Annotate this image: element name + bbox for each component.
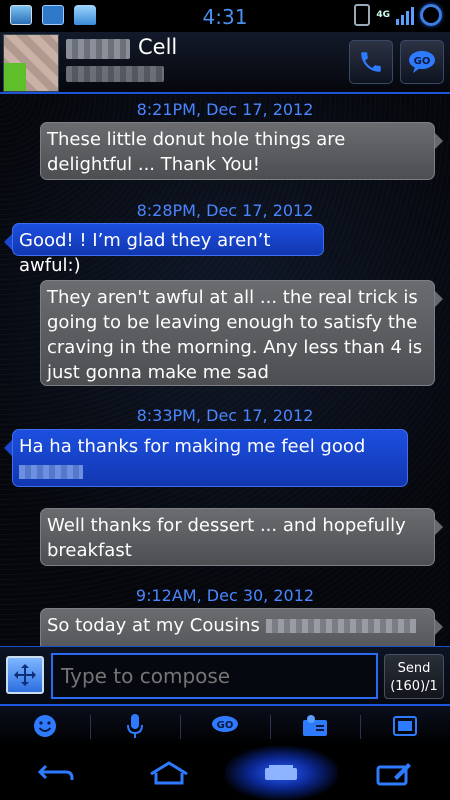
incoming-message[interactable]: These little donut hole things are delig… <box>40 122 443 180</box>
go-chat-button[interactable]: GO <box>400 40 444 84</box>
call-button[interactable] <box>349 40 393 84</box>
expand-arrows-icon <box>14 664 36 686</box>
contact-number-label: Cell <box>138 35 178 59</box>
attach-button[interactable] <box>6 656 44 694</box>
signal-icon <box>396 5 414 25</box>
message-list[interactable]: 8:21PM, Dec 17, 2012 These little donut … <box>0 94 450 646</box>
outgoing-message[interactable]: Good! ! I’m glad they aren’t awful:) <box>4 223 324 276</box>
home-icon <box>149 761 188 785</box>
network-type-label: 4G <box>376 10 390 20</box>
phone-icon <box>361 52 381 72</box>
compose-bar: Send (160)/1 <box>0 646 450 704</box>
new-message-button[interactable] <box>338 746 450 800</box>
send-button[interactable]: Send (160)/1 <box>384 654 444 699</box>
outgoing-message[interactable]: Ha ha thanks for making me feel good <box>4 429 408 487</box>
message-timestamp: 8:21PM, Dec 17, 2012 <box>136 100 314 119</box>
contact-card-icon <box>303 715 327 736</box>
compose-icon <box>376 763 411 786</box>
incoming-message[interactable]: Well thanks for dessert ... and hopefull… <box>40 508 443 566</box>
templates-button[interactable] <box>360 706 450 746</box>
message-text: Well thanks for dessert ... and hopefull… <box>47 515 406 561</box>
quick-toolbar: GO <box>0 704 450 746</box>
message-text: These little donut hole things are delig… <box>47 129 346 175</box>
vibrate-icon <box>354 4 371 26</box>
incoming-message[interactable]: They aren't awful at all ... the real tr… <box>40 280 443 386</box>
status-indicators: 4G <box>354 4 442 26</box>
recent-apps-button[interactable] <box>225 746 338 800</box>
recent-apps-icon <box>265 765 298 780</box>
send-label: Send <box>397 661 431 676</box>
message-timestamp: 9:12AM, Dec 30, 2012 <box>135 586 315 605</box>
chat-bubble-icon: GO <box>409 51 435 73</box>
insert-contact-button[interactable] <box>270 706 360 746</box>
message-text: Good! ! I’m glad they aren’t awful:) <box>19 230 271 276</box>
incoming-message[interactable]: So today at my Cousins <box>40 608 443 646</box>
compose-input[interactable] <box>51 653 378 699</box>
conversation-header: Cell GO <box>0 32 450 94</box>
navigation-bar <box>0 746 450 800</box>
message-timestamp: 8:33PM, Dec 17, 2012 <box>136 406 314 425</box>
back-button[interactable] <box>0 746 113 800</box>
message-timestamp: 8:28PM, Dec 17, 2012 <box>136 201 314 220</box>
message-text: So today at my Cousins <box>47 615 260 636</box>
microphone-icon <box>127 714 143 738</box>
redacted-text <box>19 465 83 479</box>
svg-text:GO: GO <box>414 56 431 67</box>
message-text: Ha ha thanks for making me feel good <box>19 436 366 457</box>
svg-text:GO: GO <box>217 720 234 731</box>
redacted-text <box>265 619 416 633</box>
back-icon <box>38 764 74 780</box>
template-icon <box>393 716 417 736</box>
go-sms-icon: GO <box>212 716 238 732</box>
contact-avatar[interactable] <box>3 34 59 92</box>
char-counter: (160)/1 <box>390 679 438 694</box>
smiley-icon <box>34 715 56 737</box>
voice-input-button[interactable] <box>90 706 180 746</box>
emoji-button[interactable] <box>0 706 90 746</box>
contact-number-redacted <box>66 66 164 82</box>
go-sms-button[interactable]: GO <box>180 706 270 746</box>
home-button[interactable] <box>113 746 226 800</box>
status-bar: 4:31 4G <box>0 0 450 32</box>
message-text: They aren't awful at all ... the real tr… <box>47 287 423 383</box>
battery-icon <box>420 4 442 26</box>
contact-name-redacted <box>66 39 130 59</box>
